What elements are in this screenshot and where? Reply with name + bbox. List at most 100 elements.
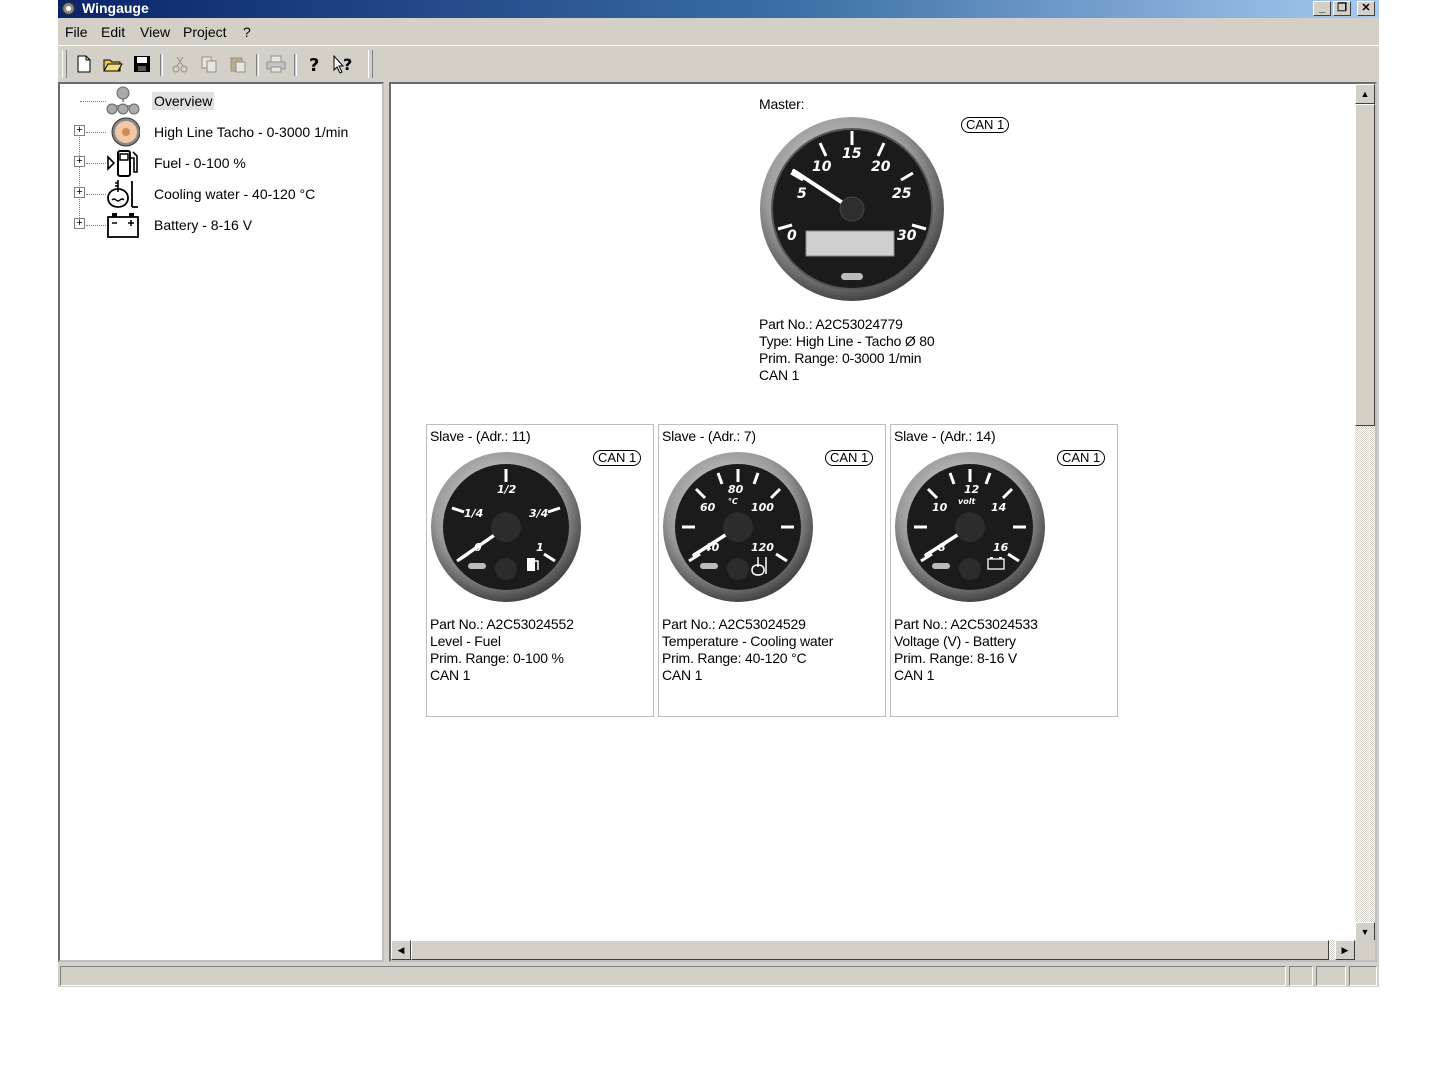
tree-connector (80, 101, 106, 102)
slave-type: Voltage (V) - Battery (894, 633, 1016, 649)
slave-type: Temperature - Cooling water (662, 633, 834, 649)
slave-can-badge[interactable]: CAN 1 (593, 450, 642, 466)
expand-icon[interactable]: + (74, 125, 85, 136)
tree-item-label: Fuel - 0-100 % (154, 155, 246, 171)
help-icon[interactable]: ? (302, 52, 326, 76)
gauge-label: 10 (932, 501, 948, 514)
scroll-down-button[interactable]: ▼ (1355, 922, 1375, 942)
restore-button[interactable]: ❐ (1333, 1, 1351, 16)
gauge-label: 60 (700, 501, 716, 514)
coolant-temperature-gauge: 40 60 80 100 120 °C (663, 452, 813, 602)
battery-icon (107, 213, 139, 238)
gauge-label: 30 (897, 228, 917, 244)
menu-file[interactable]: File (63, 23, 90, 41)
expand-icon[interactable]: + (74, 218, 85, 229)
app-icon[interactable] (62, 2, 75, 15)
slave-card-cooling-water[interactable]: Slave - (Adr.: 7) CAN 1 40 60 80 100 120 (658, 424, 886, 717)
slave-part-no: Part No.: A2C53024533 (894, 616, 1038, 632)
fuel-pump-icon (107, 150, 138, 177)
toolbar-separator (160, 54, 163, 76)
cut-icon[interactable] (168, 52, 192, 76)
gauge-label: 1/2 (497, 483, 517, 496)
slave-heading: Slave - (Adr.: 11) (430, 428, 531, 444)
status-bar (58, 964, 1379, 986)
print-icon[interactable] (264, 52, 288, 76)
tacho-gauge-icon (111, 117, 140, 147)
tree-connector (86, 225, 106, 226)
wingauge-window: Wingauge _ ❐ ✕ File Edit View Project ? (58, 0, 1379, 987)
slave-can-badge[interactable]: CAN 1 (1057, 450, 1106, 466)
gauge-label: 100 (751, 501, 774, 514)
tree-item-label: Battery - 8-16 V (154, 217, 253, 233)
title-bar[interactable]: Wingauge _ ❐ ✕ (58, 0, 1379, 18)
scroll-up-button[interactable]: ▲ (1355, 84, 1375, 104)
tree-item-label: High Line Tacho - 0-3000 1/min (154, 124, 349, 140)
slave-can: CAN 1 (894, 667, 935, 683)
tree-item-tacho[interactable]: + High Line Tacho - 0-3000 1/min (60, 117, 380, 147)
slave-can: CAN 1 (430, 667, 471, 683)
gauge-unit: volt (958, 497, 976, 506)
fuel-gauge: 0 1/4 1/2 3/4 1 (431, 452, 581, 602)
slave-range: Prim. Range: 0-100 % (430, 650, 564, 666)
minimize-button[interactable]: _ (1313, 1, 1331, 16)
gauge-label: 1/4 (464, 507, 483, 520)
tree-connector (86, 132, 106, 133)
gauge-label: 20 (871, 159, 891, 175)
overview-network-icon (106, 86, 140, 115)
slave-part-no: Part No.: A2C53024529 (662, 616, 806, 632)
menu-project[interactable]: Project (181, 23, 229, 41)
tree-item-fuel[interactable]: + Fuel - 0-100 % (60, 148, 380, 178)
gauge-label: 80 (728, 483, 744, 496)
menu-view[interactable]: View (138, 23, 172, 41)
status-pane-main (60, 966, 1286, 986)
master-range: Prim. Range: 0-3000 1/min (759, 350, 922, 366)
vertical-scroll-thumb[interactable] (1355, 104, 1375, 426)
gauge-label: 3/4 (529, 507, 548, 520)
horizontal-scrollbar[interactable]: ◀ ▶ (391, 940, 1355, 960)
tree-item-battery[interactable]: + Battery - 8-16 V (60, 210, 380, 240)
slave-heading: Slave - (Adr.: 7) (662, 428, 756, 444)
slave-card-battery[interactable]: Slave - (Adr.: 14) CAN 1 8 10 12 14 16 v… (890, 424, 1118, 717)
context-help-icon[interactable]: ? (331, 52, 355, 76)
toolbar-separator (256, 54, 259, 76)
toolbar-separator (294, 54, 297, 76)
scroll-right-button[interactable]: ▶ (1335, 940, 1355, 960)
horizontal-scroll-thumb[interactable] (411, 940, 1329, 960)
toolbar-grip[interactable] (62, 50, 67, 78)
expand-icon[interactable]: + (74, 187, 85, 198)
gauge-label: 5 (797, 186, 807, 202)
copy-icon[interactable] (197, 52, 221, 76)
paste-icon[interactable] (226, 52, 250, 76)
window-title: Wingauge (82, 0, 149, 16)
scroll-left-button[interactable]: ◀ (391, 940, 411, 960)
new-document-icon[interactable] (72, 52, 96, 76)
menu-help[interactable]: ? (241, 23, 253, 41)
toolbar-grip (368, 50, 373, 78)
gauge-label: 0 (787, 228, 797, 244)
save-icon[interactable] (130, 52, 154, 76)
battery-voltage-gauge: 8 10 12 14 16 volt (895, 452, 1045, 602)
tree-connector (86, 194, 106, 195)
gauge-label: 1 (536, 541, 544, 554)
gauge-label: 14 (991, 501, 1006, 514)
gauge-label: 12 (964, 483, 980, 496)
status-pane (1349, 966, 1377, 986)
master-tacho-gauge[interactable]: 0 5 10 15 20 25 30 (759, 116, 945, 302)
open-folder-icon[interactable] (101, 52, 125, 76)
gauge-unit: °C (728, 497, 738, 506)
master-can-badge[interactable]: CAN 1 (961, 117, 1010, 133)
slave-range: Prim. Range: 8-16 V (894, 650, 1018, 666)
gauge-label: 120 (751, 541, 774, 554)
master-heading: Master: (759, 96, 805, 112)
slave-card-fuel[interactable]: Slave - (Adr.: 11) CAN 1 0 1/4 1/2 3/4 1 (426, 424, 654, 717)
slave-can-badge[interactable]: CAN 1 (825, 450, 874, 466)
close-button[interactable]: ✕ (1357, 1, 1375, 16)
vertical-scrollbar[interactable]: ▲ ▼ (1355, 84, 1375, 942)
slave-part-no: Part No.: A2C53024552 (430, 616, 574, 632)
tree-item-cooling-water[interactable]: + Cooling water - 40-120 °C (60, 179, 380, 209)
status-pane (1316, 966, 1346, 986)
menu-edit[interactable]: Edit (99, 23, 127, 41)
expand-icon[interactable]: + (74, 156, 85, 167)
master-part-no: Part No.: A2C53024779 (759, 316, 903, 332)
tree-item-overview[interactable]: Overview (60, 86, 380, 116)
